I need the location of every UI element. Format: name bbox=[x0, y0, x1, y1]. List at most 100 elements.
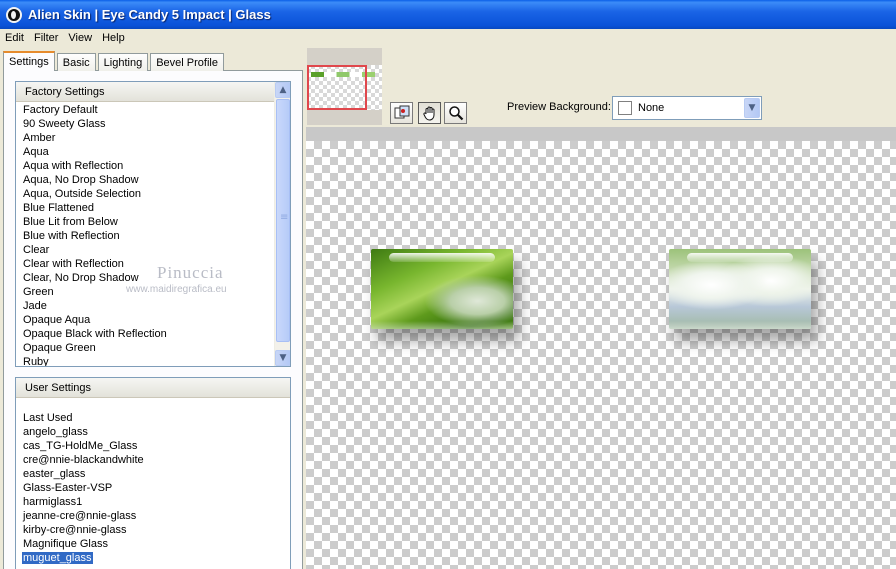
list-item[interactable]: kirby-cre@nnie-glass bbox=[22, 523, 290, 537]
list-item[interactable]: Opaque Aqua bbox=[22, 313, 290, 327]
pan-tool-button[interactable] bbox=[418, 102, 441, 124]
tab-strip: Settings Basic Lighting Bevel Profile bbox=[3, 51, 226, 71]
preview-glass-image-left bbox=[371, 249, 513, 329]
list-item[interactable]: Glass-Easter-VSP bbox=[22, 481, 290, 495]
list-item[interactable]: Magnifique Glass bbox=[22, 537, 290, 551]
list-item-label: jeanne-cre@nnie-glass bbox=[23, 510, 137, 522]
preview-background-select[interactable]: None ▼ bbox=[612, 96, 762, 120]
chevron-down-icon: ▼ bbox=[279, 353, 287, 363]
tab-bevel-profile[interactable]: Bevel Profile bbox=[150, 53, 224, 71]
scroll-thumb[interactable] bbox=[276, 99, 290, 342]
menu-filter[interactable]: Filter bbox=[29, 32, 63, 44]
list-item[interactable]: 90 Sweety Glass bbox=[22, 117, 290, 131]
list-item[interactable]: Opaque Green bbox=[22, 341, 290, 355]
menu-edit[interactable]: Edit bbox=[0, 32, 29, 44]
chevron-down-icon[interactable]: ▼ bbox=[744, 98, 760, 118]
watermark-name: Pinuccia bbox=[157, 263, 224, 282]
title-bar: Alien Skin | Eye Candy 5 Impact | Glass bbox=[0, 0, 896, 29]
list-item-label: Aqua bbox=[23, 146, 49, 158]
list-item-label: Ruby bbox=[23, 356, 49, 367]
background-swatch-icon bbox=[618, 101, 632, 115]
user-settings-header: User Settings bbox=[16, 378, 290, 398]
tab-basic[interactable]: Basic bbox=[56, 53, 96, 71]
list-item[interactable]: Aqua bbox=[22, 145, 290, 159]
list-item-label: angelo_glass bbox=[23, 426, 88, 438]
tab-lighting[interactable]: Lighting bbox=[97, 53, 149, 71]
list-item[interactable]: jeanne-cre@nnie-glass bbox=[22, 509, 290, 523]
list-item-label: Blue Lit from Below bbox=[23, 216, 118, 228]
list-item-label: muguet_glass bbox=[22, 552, 93, 564]
list-item[interactable]: cas_TG-HoldMe_Glass bbox=[22, 439, 290, 453]
list-item-label: easter_glass bbox=[23, 468, 86, 480]
list-item-label: Blue with Reflection bbox=[23, 230, 120, 242]
list-item[interactable]: Amber bbox=[22, 131, 290, 145]
tab-settings[interactable]: Settings bbox=[3, 51, 55, 71]
menu-bar: Edit Filter View Help bbox=[0, 29, 896, 47]
scroll-down-button[interactable]: ▼ bbox=[275, 350, 290, 366]
user-settings-items: Last Used angelo_glass cas_TG-HoldMe_Glass… bbox=[16, 398, 290, 565]
list-item[interactable]: Aqua with Reflection bbox=[22, 159, 290, 173]
list-item-label: Clear bbox=[23, 244, 50, 256]
list-item-label: Magnifique Glass bbox=[23, 538, 108, 550]
list-item[interactable]: Aqua, Outside Selection bbox=[22, 187, 290, 201]
list-item[interactable]: easter_glass bbox=[22, 467, 290, 481]
list-item-label: Aqua, No Drop Shadow bbox=[23, 174, 139, 186]
menu-help[interactable]: Help bbox=[97, 32, 130, 44]
list-item-label: Blue Flattened bbox=[23, 202, 94, 214]
factory-settings-items: Factory Default 90 Sweety Glass Amber Aqua A… bbox=[16, 102, 290, 367]
list-item-label: Factory Default bbox=[23, 104, 98, 116]
list-item-label: kirby-cre@nnie-glass bbox=[23, 524, 127, 536]
alien-skin-logo-icon[interactable] bbox=[6, 6, 22, 23]
list-item[interactable]: Aqua, No Drop Shadow bbox=[22, 173, 290, 187]
list-item-label: Clear, No Drop Shadow bbox=[23, 272, 139, 284]
list-item[interactable]: muguet_glass bbox=[22, 551, 290, 565]
list-item[interactable]: Clear, No Drop Shadow bbox=[22, 271, 290, 285]
list-item-label: Aqua, Outside Selection bbox=[23, 188, 142, 200]
list-item-label: Glass-Easter-VSP bbox=[23, 482, 113, 494]
preview-background-label: Preview Background: bbox=[507, 101, 611, 113]
list-item[interactable]: Blue Flattened bbox=[22, 201, 290, 215]
list-item-label: cre@nnie-blackandwhite bbox=[23, 454, 144, 466]
zoom-magnifier-icon bbox=[448, 106, 463, 121]
preview-canvas[interactable] bbox=[306, 141, 896, 569]
menu-view[interactable]: View bbox=[63, 32, 97, 44]
factory-settings-list[interactable]: Factory Settings Factory Default 90 Sweet… bbox=[15, 81, 291, 367]
list-item[interactable]: Clear bbox=[22, 243, 290, 257]
preview-compare-icon bbox=[394, 105, 409, 119]
list-item[interactable]: Opaque Black with Reflection bbox=[22, 327, 290, 341]
list-item-label: Opaque Aqua bbox=[23, 314, 91, 326]
list-item-label: Opaque Black with Reflection bbox=[23, 328, 167, 340]
scroll-up-button[interactable]: ▲ bbox=[275, 82, 290, 98]
zoom-tool-button[interactable] bbox=[444, 102, 467, 124]
list-item-label: Aqua with Reflection bbox=[23, 160, 124, 172]
user-settings-list[interactable]: User Settings Last Used angelo_glass cas_T… bbox=[15, 377, 291, 569]
list-item-label: Last Used bbox=[23, 412, 73, 424]
list-item-label: Opaque Green bbox=[23, 342, 96, 354]
list-item[interactable]: Factory Default bbox=[22, 103, 290, 117]
list-item[interactable]: harmiglass1 bbox=[22, 495, 290, 509]
navigator-view-frame[interactable] bbox=[307, 65, 367, 110]
list-item-label: Clear with Reflection bbox=[23, 258, 124, 270]
list-item[interactable]: Clear with Reflection bbox=[22, 257, 290, 271]
list-item[interactable]: Jade bbox=[22, 299, 290, 313]
factory-settings-header: Factory Settings bbox=[16, 82, 290, 102]
list-item-label: Jade bbox=[23, 300, 47, 312]
hand-pan-icon bbox=[422, 106, 434, 121]
list-item[interactable]: Blue with Reflection bbox=[22, 229, 290, 243]
list-item[interactable]: Blue Lit from Below bbox=[22, 215, 290, 229]
list-item-label: harmiglass1 bbox=[23, 496, 83, 508]
list-item-label: Green bbox=[23, 286, 54, 298]
preview-background-value: None bbox=[638, 102, 665, 114]
list-item-label: 90 Sweety Glass bbox=[23, 118, 106, 130]
chevron-up-icon: ▲ bbox=[279, 85, 287, 95]
preview-glass-image-right bbox=[669, 249, 811, 329]
window-title: Alien Skin | Eye Candy 5 Impact | Glass bbox=[28, 7, 271, 22]
preview-divider bbox=[306, 127, 896, 141]
list-item[interactable]: cre@nnie-blackandwhite bbox=[22, 453, 290, 467]
list-item[interactable]: angelo_glass bbox=[22, 425, 290, 439]
watermark-url: www.maidiregrafica.eu bbox=[126, 284, 227, 295]
compare-button[interactable] bbox=[390, 102, 413, 124]
factory-scrollbar[interactable]: ▲ ▼ bbox=[274, 82, 290, 366]
list-item[interactable]: Ruby bbox=[22, 355, 290, 367]
list-item[interactable]: Last Used bbox=[22, 411, 290, 425]
